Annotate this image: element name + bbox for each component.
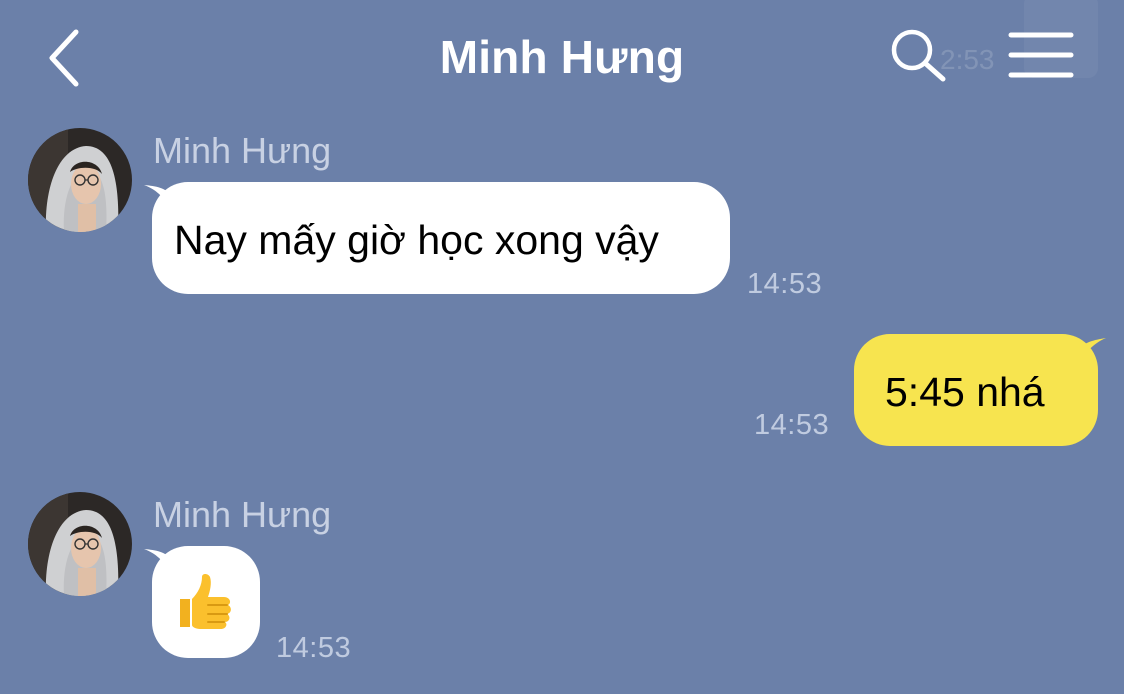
message-text: 5:45 nhá [885,369,1045,415]
avatar[interactable] [28,492,132,596]
message-bubble-incoming[interactable] [152,546,260,658]
message-bubble-outgoing[interactable]: 5:45 nhá [854,334,1098,446]
avatar-photo [28,492,132,596]
sender-name: Minh Hưng [153,494,332,535]
search-icon [891,29,946,82]
hamburger-menu-icon [1008,32,1074,78]
message-bubble-incoming[interactable]: Nay mấy giờ học xong vậy [152,182,730,294]
chat-header: Minh Hưng 2:53 [0,0,1124,120]
menu-button[interactable] [1008,30,1074,84]
message-time: 14:53 [747,268,823,300]
search-button[interactable] [888,26,950,86]
message-time: 14:53 [276,632,352,664]
bubble-tail [1078,338,1106,366]
message-time: 14:53 [754,409,830,441]
avatar[interactable] [28,128,132,232]
thumbs-up-emoji [180,574,231,629]
chat-screen: Minh Hưng 2:53 Minh Hưng Nay mấy giờ học… [0,0,1124,694]
avatar-photo [28,128,132,232]
message-text: Nay mấy giờ học xong vậy [174,217,659,263]
sender-name: Minh Hưng [153,130,332,171]
